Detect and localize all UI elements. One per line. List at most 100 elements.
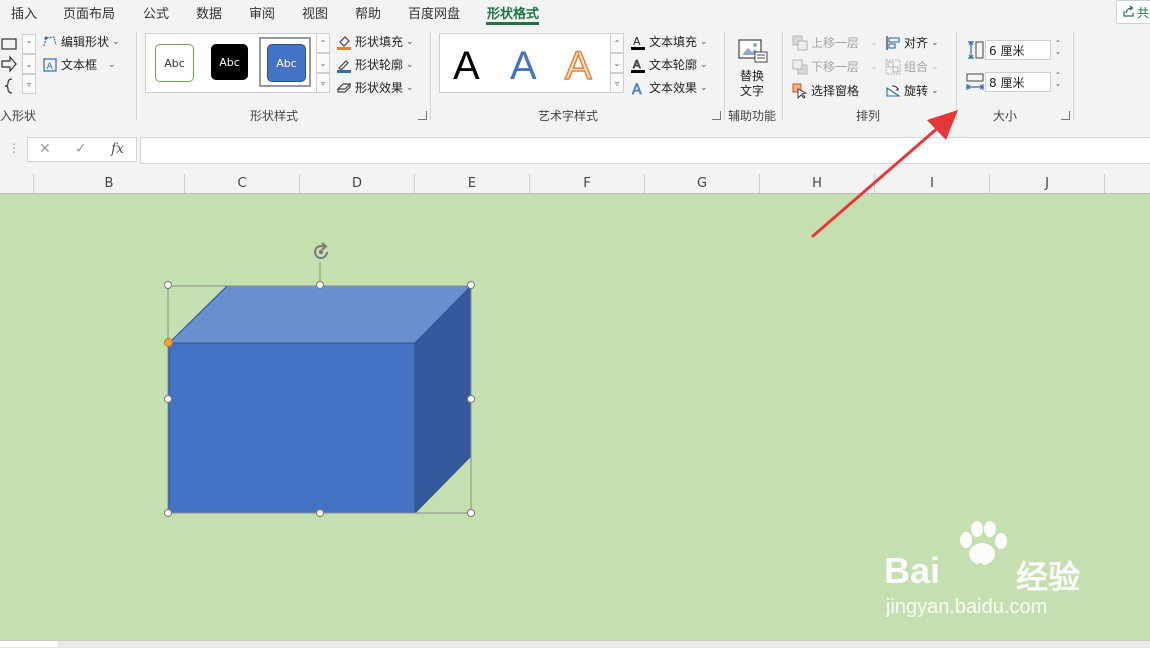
shape-fill-button[interactable]: 形状填充 ⌄ [336, 33, 414, 50]
text-outline-label: 文本轮廓 [649, 58, 698, 72]
shape-gallery-down[interactable]: ⌄ [22, 54, 36, 74]
alt-text-label-2: 文字 [740, 84, 765, 98]
resize-handle-top-right[interactable] [467, 281, 475, 289]
wordart-style-blue[interactable]: A [510, 46, 537, 86]
tab-help[interactable]: 帮助 [355, 3, 381, 22]
shape-style-blue[interactable]: Abc [267, 44, 306, 82]
insert-function-icon[interactable]: fx [111, 141, 124, 157]
tab-baidu-netdisk[interactable]: 百度网盘 [408, 3, 460, 22]
watermark-brand-jingyan: 经验 [1016, 559, 1081, 595]
tab-formulas[interactable]: 公式 [143, 3, 169, 22]
column-header-j[interactable]: J [990, 174, 1105, 193]
selection-pane-icon [792, 83, 808, 99]
bring-forward-icon [792, 35, 808, 50]
cube-shape[interactable] [150, 230, 490, 530]
resize-handle-bottom-right[interactable] [467, 509, 475, 517]
column-header-g[interactable]: G [645, 174, 760, 193]
style-gallery-up[interactable]: ⌃ [316, 33, 330, 53]
column-header-e[interactable]: E [415, 174, 530, 193]
text-effects-button[interactable]: A 文本效果 ⌄ [630, 79, 708, 96]
column-header-b[interactable]: B [34, 174, 185, 193]
shape-width-icon [966, 73, 984, 90]
tab-page-layout[interactable]: 页面布局 [63, 3, 115, 22]
tab-data[interactable]: 数据 [196, 3, 222, 22]
rotate-handle-icon[interactable] [309, 240, 333, 264]
shape-effects-button[interactable]: 形状效果 ⌄ [336, 79, 414, 96]
shape-style-black[interactable]: Abc [211, 44, 248, 80]
chevron-down-icon: ⌄ [700, 36, 708, 47]
selection-pane-button[interactable]: 选择窗格 [792, 82, 859, 99]
shape-height-input[interactable]: 6 厘米 [985, 40, 1051, 60]
tab-review[interactable]: 审阅 [249, 3, 275, 22]
shape-style-outline-green[interactable]: Abc [155, 44, 194, 82]
rotate-icon [886, 84, 901, 97]
annotation-arrow-icon [811, 110, 958, 238]
shape-width-spinner[interactable]: ⌃ ⌄ [1052, 72, 1064, 92]
formula-bar-grip-icon: ⋮ [8, 141, 20, 155]
column-header-c[interactable]: C [185, 174, 300, 193]
wordart-gallery-down[interactable]: ⌄ [610, 53, 624, 73]
alt-text-button[interactable]: 替换 文字 [730, 34, 776, 100]
formula-input[interactable] [140, 137, 1150, 164]
shape-gallery-more[interactable]: ▿ [22, 74, 36, 94]
wordart-style-orange-outline[interactable]: A [564, 45, 592, 87]
column-header-d[interactable]: D [300, 174, 415, 193]
share-icon [1123, 5, 1134, 17]
resize-handle-bottom-left[interactable] [164, 509, 172, 517]
divider [724, 32, 725, 120]
text-box-button[interactable]: A 文本框 ⌄ [42, 56, 116, 73]
bring-forward-button[interactable]: 上移一层 ⌄ [792, 34, 878, 51]
ribbon-tabs: 插入 页面布局 公式 数据 审阅 视图 帮助 百度网盘 形状格式 共 [0, 0, 1150, 26]
active-tab-indicator [486, 22, 539, 25]
resize-handle-bottom[interactable] [316, 509, 324, 517]
spin-down-icon[interactable]: ⌄ [1052, 48, 1064, 56]
shape-style-gallery[interactable]: Abc Abc Abc [145, 33, 317, 93]
spin-down-icon[interactable]: ⌄ [1052, 80, 1064, 88]
rotate-button[interactable]: 旋转 ⌄ [885, 82, 939, 99]
enter-icon[interactable]: ✓ [75, 141, 87, 157]
resize-handle-left[interactable] [164, 395, 172, 403]
resize-handle-right[interactable] [467, 395, 475, 403]
style-gallery-more[interactable]: ▿ [316, 73, 330, 93]
shape-width-input[interactable]: 8 厘米 [985, 72, 1051, 92]
size-launcher-icon[interactable] [1061, 111, 1070, 120]
chevron-down-icon: ⌄ [406, 59, 414, 70]
baidu-jingyan-watermark: Bai du 经验 jingyan.baidu.com [880, 520, 1130, 630]
column-header-f[interactable]: F [530, 174, 645, 193]
divider [430, 32, 431, 120]
shape-styles-launcher-icon[interactable] [418, 111, 427, 120]
shape-gallery-up[interactable]: ⌃ [22, 34, 36, 54]
shape-outline-label: 形状轮廓 [355, 58, 404, 72]
align-button[interactable]: 对齐 ⌄ [885, 34, 939, 51]
shape-height-spinner[interactable]: ⌃ ⌄ [1052, 40, 1064, 60]
sheet-tab-active[interactable] [0, 641, 58, 647]
shape-outline-button[interactable]: 形状轮廓 ⌄ [336, 56, 414, 73]
tab-view[interactable]: 视图 [302, 3, 328, 22]
send-backward-button[interactable]: 下移一层 ⌄ [792, 58, 878, 75]
wordart-styles-launcher-icon[interactable] [712, 111, 721, 120]
text-fill-button[interactable]: A 文本填充 ⌄ [630, 33, 708, 50]
text-effects-label: 文本效果 [649, 81, 698, 95]
svg-text:A: A [633, 58, 641, 71]
wordart-gallery-more[interactable]: ▿ [610, 73, 624, 93]
edit-shape-button[interactable]: 编辑形状 ⌄ [42, 33, 120, 50]
size-group-label: 大小 [993, 109, 1018, 123]
resize-handle-top[interactable] [316, 281, 324, 289]
style-gallery-down[interactable]: ⌄ [316, 53, 330, 73]
resize-handle-top-left[interactable] [164, 281, 172, 289]
tab-insert[interactable]: 插入 [11, 3, 37, 22]
text-outline-button[interactable]: A 文本轮廓 ⌄ [630, 56, 708, 73]
wordart-style-black[interactable]: A [453, 46, 480, 86]
watermark-brand-bai: Bai [884, 550, 941, 591]
cancel-icon[interactable]: ✕ [39, 141, 51, 157]
adjust-handle[interactable] [164, 338, 173, 347]
column-header-a-partial[interactable] [0, 174, 34, 193]
chevron-down-icon: ⌄ [870, 37, 878, 48]
group-objects-button[interactable]: 组合 ⌄ [885, 58, 939, 75]
share-button[interactable]: 共 [1116, 0, 1150, 24]
tab-shape-format[interactable]: 形状格式 [487, 3, 539, 22]
wordart-gallery-up[interactable]: ⌃ [610, 33, 624, 53]
bring-forward-label: 上移一层 [811, 36, 860, 50]
wordart-gallery[interactable]: A A A [439, 33, 611, 93]
shape-styles-group-label: 形状样式 [250, 109, 299, 123]
